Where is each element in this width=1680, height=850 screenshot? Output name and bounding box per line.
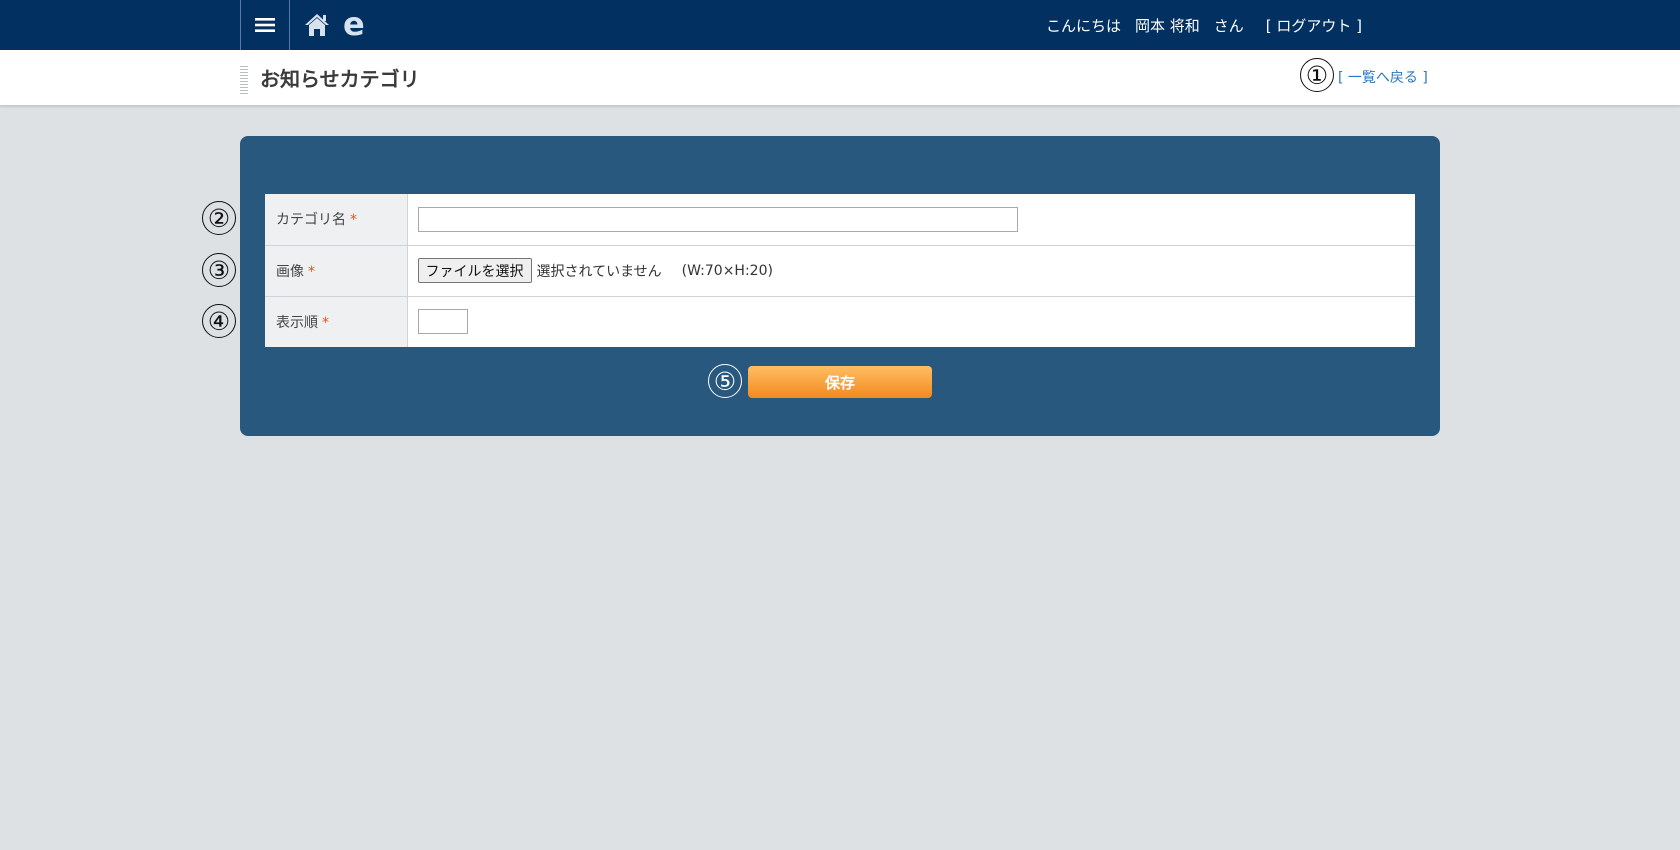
home-icon — [305, 14, 329, 36]
image-label-cell: 画像 * — [265, 244, 408, 296]
display-order-label-cell: 表示順 * — [265, 295, 408, 347]
image-value-cell: ファイルを選択 選択されていません (W:70×H:20) — [407, 244, 1415, 296]
title-marker-decoration — [240, 66, 248, 94]
user-greeting-area: こんにちは 岡本 将和 さん [ ログアウト ] — [1046, 0, 1362, 50]
annotation-marker-4: ④ — [202, 304, 236, 338]
save-button[interactable]: 保存 — [748, 366, 932, 398]
form-row-display-order: 表示順 * — [265, 295, 1415, 347]
user-honorific: さん — [1213, 16, 1244, 35]
greeting-text: こんにちは — [1045, 16, 1121, 35]
required-mark: * — [350, 212, 357, 229]
page-header: お知らせカテゴリ [ 一覧へ戻る ] — [0, 50, 1680, 106]
file-status-text: 選択されていません — [536, 263, 662, 280]
home-button[interactable] — [303, 11, 331, 39]
category-name-input[interactable] — [417, 206, 1018, 232]
annotation-marker-2: ② — [202, 201, 236, 235]
required-mark: * — [308, 263, 315, 280]
form-row-image: 画像 * ファイルを選択 選択されていません (W:70×H:20) — [265, 244, 1415, 296]
category-form-table: カテゴリ名 * 画像 * ファイルを選択 選択されていません (W:70×H:20) 表… — [265, 194, 1415, 347]
image-size-hint: (W:70×H:20) — [681, 262, 773, 279]
form-row-category-name: カテゴリ名 * — [265, 194, 1415, 245]
logout-link[interactable]: [ ログアウト ] — [1266, 15, 1362, 36]
hamburger-menu-button[interactable] — [240, 0, 290, 50]
e-logo-button[interactable]: e — [343, 6, 373, 42]
required-mark: * — [322, 314, 329, 331]
user-name: 岡本 将和 — [1134, 16, 1200, 35]
annotation-marker-1: ① — [1300, 58, 1334, 92]
top-navigation-bar: e こんにちは 岡本 将和 さん [ ログアウト ] — [0, 0, 1680, 50]
display-order-input[interactable] — [417, 309, 468, 335]
back-to-list-link[interactable]: [ 一覧へ戻る ] — [1338, 66, 1428, 90]
category-name-value-cell — [407, 194, 1415, 245]
page-title: お知らせカテゴリ — [260, 67, 420, 91]
hamburger-menu-icon — [255, 18, 275, 32]
category-name-label: カテゴリ名 — [276, 212, 346, 229]
choose-file-button[interactable]: ファイルを選択 — [417, 258, 532, 283]
category-name-label-cell: カテゴリ名 * — [265, 194, 408, 245]
display-order-value-cell — [407, 295, 1415, 347]
display-order-label: 表示順 — [276, 314, 318, 331]
image-label: 画像 — [276, 263, 304, 280]
annotation-marker-3: ③ — [202, 253, 236, 287]
annotation-marker-5: ⑤ — [708, 364, 742, 398]
